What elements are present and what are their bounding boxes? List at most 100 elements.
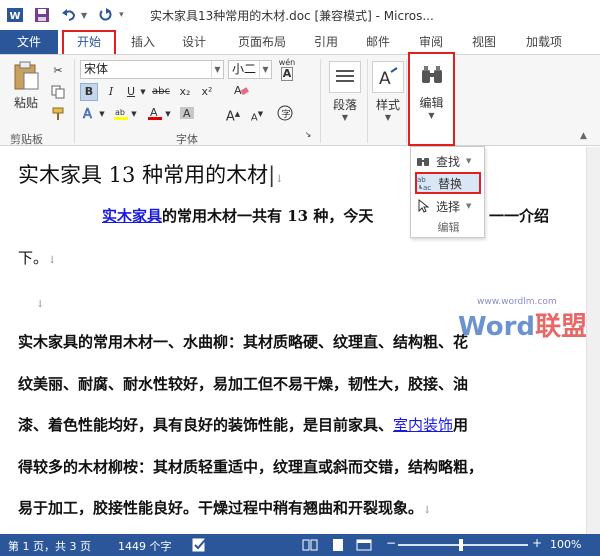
- svg-text:ab: ab: [417, 176, 426, 184]
- chevron-down-icon[interactable]: ▼: [163, 105, 173, 123]
- highlight-color-icon[interactable]: ab: [112, 105, 130, 123]
- subscript-button[interactable]: x₂: [176, 83, 194, 101]
- redo-icon[interactable]: [96, 6, 114, 24]
- editing-group-label: 编辑: [437, 221, 460, 234]
- tab-file[interactable]: 文件: [0, 30, 58, 54]
- paste-label: 粘贴: [13, 96, 38, 110]
- document-area[interactable]: 实木家具 13 种常用的木材|↓ 实木家具的常用木材一共有 13 种，今天 一一…: [0, 147, 586, 534]
- format-painter-icon[interactable]: [48, 105, 68, 123]
- web-layout-icon[interactable]: [356, 538, 372, 555]
- binoculars-icon: [415, 153, 431, 169]
- copy-icon[interactable]: [48, 83, 68, 101]
- quick-access-toolbar: W ▼ ▾: [0, 6, 124, 24]
- underline-dropdown-icon[interactable]: ▼: [138, 83, 148, 101]
- font-size-value: 小二: [232, 62, 257, 76]
- chevron-down-icon[interactable]: ▼: [259, 61, 271, 78]
- page-indicator[interactable]: 第 1 页，共 3 页: [8, 538, 91, 554]
- tab-design[interactable]: 设计: [177, 30, 211, 54]
- styles-label: 样式: [375, 98, 400, 112]
- chevron-down-icon[interactable]: ▼: [129, 105, 139, 123]
- body-line-1: 实木家具的常用木材一、水曲柳：其材质略硬、纹理直、结构粗、花: [18, 333, 469, 351]
- enclose-characters-icon[interactable]: 字: [276, 105, 294, 123]
- phonetic-guide-label: wén: [278, 57, 296, 67]
- svg-text:A: A: [379, 69, 391, 88]
- font-name-value: 宋体: [84, 62, 109, 76]
- tab-page-layout[interactable]: 页面布局: [232, 30, 292, 54]
- paragraph-label: 段落: [332, 98, 357, 112]
- phonetic-char-icon: A: [280, 66, 294, 81]
- customize-toolbar-icon[interactable]: ▾: [119, 10, 124, 20]
- tab-references[interactable]: 引用: [309, 30, 343, 54]
- font-color-icon[interactable]: A: [146, 105, 164, 123]
- font-size-combo[interactable]: 小二 ▼: [228, 60, 272, 79]
- tab-insert[interactable]: 插入: [126, 30, 160, 54]
- empty-paragraph-mark: ↓: [36, 299, 45, 310]
- chevron-down-icon: ▼: [466, 157, 472, 165]
- shrink-font-button[interactable]: A▼: [248, 105, 266, 124]
- select-menu-item[interactable]: 选择 ▼: [415, 195, 481, 217]
- text-effects-icon[interactable]: A: [80, 105, 98, 123]
- cut-icon[interactable]: ✂: [48, 61, 68, 79]
- zoom-slider-handle[interactable]: [459, 539, 463, 551]
- svg-text:字: 字: [282, 108, 291, 120]
- replace-menu-item[interactable]: ab ac 替换: [415, 172, 481, 194]
- editing-label: 编辑: [419, 96, 444, 110]
- read-mode-icon[interactable]: [302, 538, 318, 555]
- paragraph-button[interactable]: 段落 ▼: [327, 61, 363, 122]
- word-window: W ▼ ▾ 实木家具13种常用的木材.doc [兼容模式] - Micros..…: [0, 0, 600, 556]
- binoculars-icon: [415, 60, 448, 90]
- group-divider: [406, 59, 407, 143]
- font-name-combo[interactable]: 宋体 ▼: [80, 60, 224, 79]
- svg-text:A: A: [234, 84, 242, 97]
- word-count[interactable]: 1449 个字: [118, 538, 172, 554]
- styles-icon: A: [372, 61, 404, 93]
- word-logo-icon: W: [6, 6, 24, 24]
- save-icon[interactable]: [33, 6, 51, 24]
- tab-mailings[interactable]: 邮件: [361, 30, 395, 54]
- chevron-down-icon[interactable]: ▼: [211, 61, 223, 78]
- tab-review[interactable]: 审阅: [414, 30, 448, 54]
- interior-link[interactable]: 室内装饰: [393, 416, 453, 434]
- group-divider: [320, 59, 321, 143]
- phonetic-guide-button[interactable]: wén A: [276, 57, 298, 81]
- styles-button[interactable]: A 样式 ▼: [370, 61, 406, 122]
- intro-line-1: 实木家具的常用木材一共有 13 种，今天: [102, 207, 374, 225]
- character-shading-icon[interactable]: A: [178, 105, 196, 123]
- body-line-4: 得较多的木材柳桉：其材质轻重适中，纹理直或斜而交错，结构略粗，: [18, 458, 484, 476]
- paste-button[interactable]: 粘贴: [8, 61, 44, 111]
- superscript-button[interactable]: x²: [198, 83, 216, 101]
- chevron-down-icon: ▼: [384, 113, 392, 122]
- vertical-scrollbar[interactable]: [586, 147, 600, 534]
- zoom-slider[interactable]: [398, 544, 528, 546]
- proofing-icon[interactable]: [192, 538, 208, 555]
- editing-button[interactable]: 编辑 ▼: [408, 52, 455, 146]
- chevron-down-icon: ▼: [466, 202, 472, 210]
- strikethrough-button[interactable]: abc: [150, 83, 172, 101]
- grow-font-button[interactable]: A▲: [224, 105, 242, 125]
- tab-view[interactable]: 视图: [467, 30, 501, 54]
- undo-dropdown-icon[interactable]: ▼: [81, 11, 87, 20]
- svg-text:ac: ac: [423, 184, 431, 191]
- paste-icon: [14, 61, 39, 90]
- print-layout-icon[interactable]: [330, 538, 346, 555]
- zoom-level[interactable]: 100%: [550, 538, 581, 551]
- find-menu-item[interactable]: 查找 ▼: [415, 150, 481, 172]
- bold-button[interactable]: B: [80, 83, 98, 101]
- furniture-link[interactable]: 实木家具: [102, 207, 162, 225]
- chevron-down-icon: ▼: [341, 113, 349, 122]
- tab-home[interactable]: 开始: [62, 30, 116, 54]
- italic-button[interactable]: I: [102, 83, 120, 101]
- chevron-down-icon[interactable]: ▼: [97, 105, 107, 123]
- zoom-out-icon[interactable]: −: [386, 536, 396, 550]
- dialog-launcher-icon[interactable]: ↘: [302, 129, 314, 141]
- zoom-in-icon[interactable]: +: [532, 536, 542, 550]
- undo-icon[interactable]: [60, 6, 78, 24]
- intro-line-2: 下。↓: [18, 249, 57, 267]
- collapse-ribbon-icon[interactable]: ▲: [580, 131, 587, 141]
- title-bar: W ▼ ▾ 实木家具13种常用的木材.doc [兼容模式] - Micros..…: [0, 0, 600, 30]
- group-divider: [74, 59, 75, 143]
- intro-line-1-tail: 一一介绍: [489, 207, 550, 225]
- svg-text:ab: ab: [115, 108, 125, 117]
- clear-formatting-icon[interactable]: A: [230, 83, 252, 101]
- tab-addins[interactable]: 加载项: [521, 30, 567, 54]
